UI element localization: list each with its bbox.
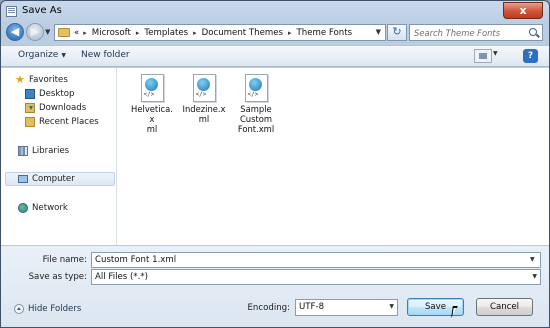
file-item-sample-custom-font[interactable]: SampleCustomFont.xml <box>234 74 278 134</box>
change-view-button[interactable] <box>474 49 492 63</box>
window-title: Save As <box>22 5 62 16</box>
command-toolbar: Organize ▼ New folder ▼ ? <box>1 45 549 67</box>
chevron-up-icon <box>14 304 24 314</box>
file-name: Sample Custom Font.xml <box>234 104 278 134</box>
address-bar[interactable]: « ▸ Microsoft ▸ Templates ▸ Document The… <box>54 24 386 41</box>
sidebar-item-computer[interactable]: Computer <box>5 172 115 186</box>
folder-icon <box>58 28 70 37</box>
file-name-line: Sample <box>240 104 272 114</box>
sidebar-item-label: Computer <box>32 174 75 184</box>
chevron-down-icon: ▼ <box>61 52 66 59</box>
sidebar-item-downloads[interactable]: Downloads <box>25 101 86 115</box>
chevron-down-icon: ▼ <box>389 303 394 310</box>
sidebar-item-favorites[interactable]: ★ Favorites <box>15 73 68 87</box>
chevron-right-icon: ▸ <box>83 28 87 37</box>
downloads-icon <box>25 103 35 113</box>
organize-button[interactable]: Organize ▼ <box>18 50 66 60</box>
recent-locations-dropdown-icon[interactable]: ▼ <box>45 28 50 36</box>
breadcrumb-document-themes[interactable]: Document Themes <box>202 28 283 38</box>
breadcrumb-microsoft[interactable]: Microsoft <box>92 28 131 38</box>
cancel-button[interactable]: Cancel <box>476 298 533 316</box>
save-as-type-select[interactable]: All Files (*.*) ▼ <box>91 269 541 285</box>
file-name-line: ml <box>146 124 158 134</box>
file-item-indezine[interactable]: Indezine.xml <box>182 74 226 124</box>
file-name-line: ml <box>198 114 210 124</box>
file-name-line: Helvetica.x <box>131 104 173 124</box>
hide-folders-label: Hide Folders <box>28 304 82 314</box>
file-list[interactable]: Helvetica.xml Indezine.xml SampleCustomF… <box>118 68 549 245</box>
hide-folders-button[interactable]: Hide Folders <box>14 304 81 314</box>
save-as-dialog: Save As x ◀ ▶ ▼ « ▸ Microsoft ▸ Template… <box>0 0 550 328</box>
file-name-line: Indezine.x <box>182 104 226 114</box>
refresh-button[interactable]: ↻ <box>387 24 407 41</box>
desktop-icon <box>25 89 35 99</box>
sidebar-item-label: Favorites <box>29 75 68 85</box>
chevron-right-icon[interactable]: ▸ <box>193 29 197 37</box>
file-name-dropdown-icon[interactable]: ▼ <box>530 256 535 263</box>
xml-file-icon <box>244 74 268 102</box>
file-name: Helvetica.x ml <box>130 104 174 134</box>
libraries-icon <box>18 146 28 156</box>
file-name: Indezine.x ml <box>182 104 226 124</box>
network-icon <box>18 203 28 213</box>
back-button[interactable]: ◀ <box>6 23 24 41</box>
sidebar-item-network[interactable]: Network <box>18 201 68 215</box>
breadcrumb-overflow[interactable]: « <box>74 28 79 38</box>
star-icon: ★ <box>15 73 25 86</box>
sidebar-item-label: Recent Places <box>39 117 99 127</box>
save-as-type-value: All Files (*.*) <box>95 272 149 282</box>
search-input[interactable]: Search Theme Fonts <box>409 24 543 41</box>
address-dropdown-icon[interactable]: ▼ <box>376 28 381 36</box>
search-placeholder: Search Theme Fonts <box>414 28 501 38</box>
breadcrumb-templates[interactable]: Templates <box>144 28 188 38</box>
chevron-down-icon: ▼ <box>532 273 537 280</box>
sidebar-item-label: Desktop <box>39 89 75 99</box>
forward-button[interactable]: ▶ <box>26 23 44 41</box>
sidebar-item-label: Libraries <box>32 146 70 156</box>
file-item-helvetica[interactable]: Helvetica.xml <box>130 74 174 134</box>
sidebar-item-libraries[interactable]: Libraries <box>18 144 69 158</box>
save-options-panel: File name: ▼ Save as type: All Files (*.… <box>1 245 549 327</box>
new-folder-button[interactable]: New folder <box>81 50 130 60</box>
xml-file-icon <box>192 74 216 102</box>
main-content: ★ Favorites Desktop Downloads Recent Pla… <box>1 68 549 245</box>
sidebar-item-label: Downloads <box>39 103 87 113</box>
navigation-pane[interactable]: ★ Favorites Desktop Downloads Recent Pla… <box>1 68 117 245</box>
organize-label: Organize <box>18 50 59 60</box>
title-bar: Save As x <box>1 1 549 21</box>
sidebar-item-recent-places[interactable]: Recent Places <box>25 115 99 129</box>
xml-file-icon <box>140 74 164 102</box>
recent-places-icon <box>25 117 35 127</box>
view-options-dropdown-icon[interactable]: ▼ <box>493 50 498 57</box>
encoding-label: Encoding: <box>247 303 291 313</box>
chevron-right-icon[interactable]: ▸ <box>288 29 292 37</box>
save-as-type-label: Save as type: <box>28 272 87 282</box>
chevron-right-icon[interactable]: ▸ <box>136 29 140 37</box>
window-icon <box>6 6 17 17</box>
address-row: ◀ ▶ ▼ « ▸ Microsoft ▸ Templates ▸ Docume… <box>1 22 549 44</box>
help-button[interactable]: ? <box>523 49 538 63</box>
file-name-line: Custom <box>239 114 273 124</box>
computer-icon <box>18 175 28 183</box>
file-name-line: Font.xml <box>237 124 275 134</box>
breadcrumb-theme-fonts[interactable]: Theme Fonts <box>297 28 353 38</box>
sidebar-item-desktop[interactable]: Desktop <box>25 87 74 101</box>
encoding-value: UTF-8 <box>299 302 325 312</box>
encoding-select[interactable]: UTF-8 ▼ <box>295 299 398 316</box>
search-icon[interactable] <box>529 28 537 36</box>
sidebar-item-label: Network <box>32 203 68 213</box>
file-name-label: File name: <box>42 255 87 265</box>
file-name-field[interactable] <box>91 252 541 268</box>
close-button[interactable]: x <box>503 2 543 19</box>
